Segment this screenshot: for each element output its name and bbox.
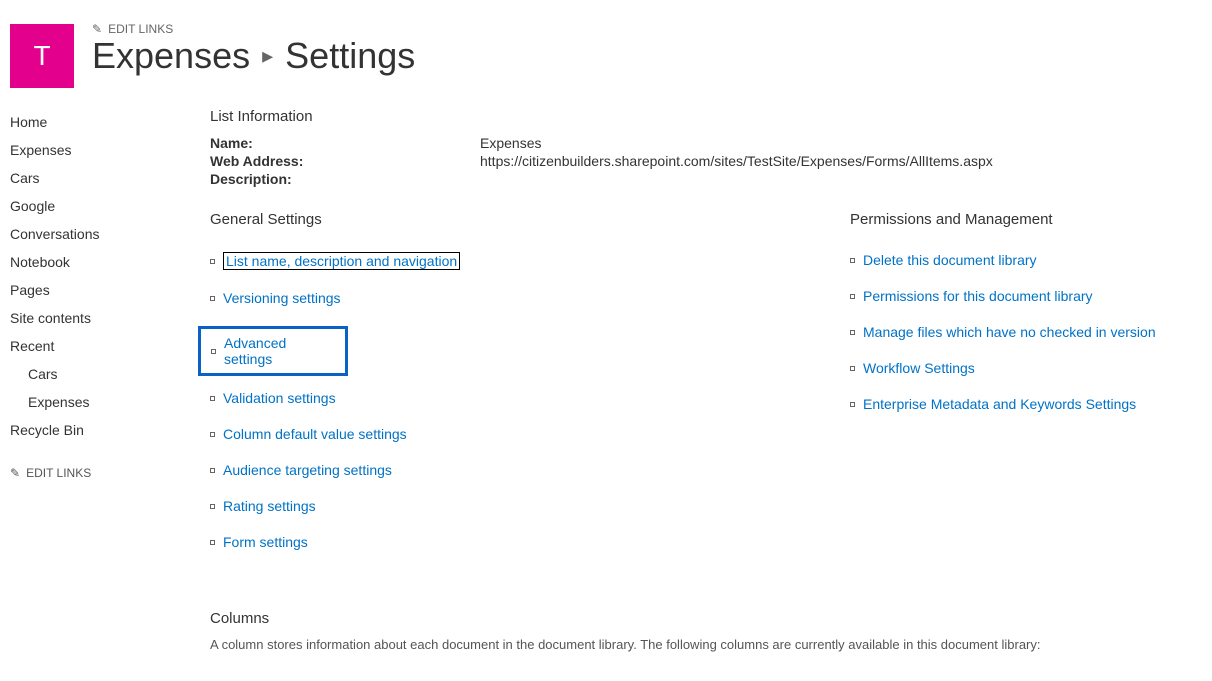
link-advanced-settings-label: Advanced settings [224, 335, 335, 367]
bullet-icon [210, 540, 215, 545]
breadcrumb: Expenses ▸ Settings [92, 36, 415, 76]
link-enterprise-metadata[interactable]: Enterprise Metadata and Keywords Setting… [850, 396, 1156, 412]
nav-recent[interactable]: Recent [10, 332, 180, 360]
columns-description: A column stores information about each d… [210, 637, 1202, 652]
link-enterprise-metadata-label: Enterprise Metadata and Keywords Setting… [863, 396, 1136, 412]
link-advanced-settings[interactable]: Advanced settings [211, 335, 335, 367]
nav-notebook[interactable]: Notebook [10, 248, 180, 276]
general-settings-col: General Settings List name, description … [210, 211, 770, 570]
link-audience-targeting-label: Audience targeting settings [223, 462, 392, 478]
link-permissions-library[interactable]: Permissions for this document library [850, 288, 1156, 304]
bullet-icon [211, 349, 216, 354]
permissions-heading: Permissions and Management [850, 211, 1156, 228]
bullet-icon [850, 366, 855, 371]
link-audience-targeting[interactable]: Audience targeting settings [210, 462, 770, 478]
link-validation-settings-label: Validation settings [223, 390, 336, 406]
list-info-grid: Name: Expenses Web Address: https://citi… [210, 135, 1202, 187]
columns-heading: Columns [210, 610, 1202, 627]
link-rating-settings-label: Rating settings [223, 498, 316, 514]
link-column-default-value[interactable]: Column default value settings [210, 426, 770, 442]
link-list-name-desc-nav-label: List name, description and navigation [223, 252, 460, 270]
link-rating-settings[interactable]: Rating settings [210, 498, 770, 514]
bullet-icon [850, 402, 855, 407]
bullet-icon [210, 259, 215, 264]
link-permissions-library-label: Permissions for this document library [863, 288, 1093, 304]
link-versioning-settings-label: Versioning settings [223, 290, 341, 306]
list-web-label: Web Address: [210, 153, 480, 169]
edit-links-side[interactable]: ✎ EDIT LINKS [10, 466, 180, 480]
bullet-icon [210, 468, 215, 473]
bullet-icon [850, 294, 855, 299]
page-header: T ✎ EDIT LINKS Expenses ▸ Settings [10, 18, 1202, 88]
edit-links-top[interactable]: ✎ EDIT LINKS [92, 22, 415, 36]
nav-pages[interactable]: Pages [10, 276, 180, 304]
list-name-label: Name: [210, 135, 480, 151]
bullet-icon [210, 296, 215, 301]
nav-expenses[interactable]: Expenses [10, 136, 180, 164]
bullet-icon [210, 432, 215, 437]
nav-google[interactable]: Google [10, 192, 180, 220]
site-logo-letter: T [33, 40, 50, 72]
pencil-icon: ✎ [10, 466, 20, 480]
link-form-settings[interactable]: Form settings [210, 534, 770, 550]
link-manage-unchecked-files[interactable]: Manage files which have no checked in ve… [850, 324, 1156, 340]
edit-links-top-label: EDIT LINKS [108, 22, 173, 36]
left-nav: Home Expenses Cars Google Conversations … [10, 102, 180, 652]
breadcrumb-site[interactable]: Expenses [92, 36, 250, 76]
nav-recent-expenses[interactable]: Expenses [10, 388, 180, 416]
link-delete-library[interactable]: Delete this document library [850, 252, 1156, 268]
pencil-icon: ✎ [92, 22, 102, 36]
nav-recent-cars[interactable]: Cars [10, 360, 180, 388]
bullet-icon [210, 504, 215, 509]
nav-conversations[interactable]: Conversations [10, 220, 180, 248]
link-versioning-settings[interactable]: Versioning settings [210, 290, 770, 306]
list-info-heading: List Information [210, 108, 1202, 125]
link-manage-unchecked-files-label: Manage files which have no checked in ve… [863, 324, 1156, 340]
list-desc-value [480, 171, 1202, 187]
columns-section: Columns A column stores information abou… [210, 610, 1202, 652]
link-workflow-settings-label: Workflow Settings [863, 360, 975, 376]
general-settings-heading: General Settings [210, 211, 770, 228]
link-form-settings-label: Form settings [223, 534, 308, 550]
nav-site-contents[interactable]: Site contents [10, 304, 180, 332]
site-logo[interactable]: T [10, 24, 74, 88]
link-validation-settings[interactable]: Validation settings [210, 390, 770, 406]
link-workflow-settings[interactable]: Workflow Settings [850, 360, 1156, 376]
breadcrumb-page: Settings [285, 36, 415, 76]
link-delete-library-label: Delete this document library [863, 252, 1037, 268]
highlight-advanced-settings: Advanced settings [198, 326, 348, 376]
link-list-name-desc-nav[interactable]: List name, description and navigation [210, 252, 770, 270]
nav-home[interactable]: Home [10, 108, 180, 136]
bullet-icon [850, 330, 855, 335]
link-column-default-value-label: Column default value settings [223, 426, 407, 442]
main-content: List Information Name: Expenses Web Addr… [210, 102, 1202, 652]
list-name-value: Expenses [480, 135, 1202, 151]
list-desc-label: Description: [210, 171, 480, 187]
edit-links-side-label: EDIT LINKS [26, 466, 91, 480]
bullet-icon [850, 258, 855, 263]
nav-recycle-bin[interactable]: Recycle Bin [10, 416, 180, 444]
permissions-col: Permissions and Management Delete this d… [850, 211, 1156, 570]
bullet-icon [210, 396, 215, 401]
nav-cars[interactable]: Cars [10, 164, 180, 192]
list-web-value[interactable]: https://citizenbuilders.sharepoint.com/s… [480, 153, 1202, 169]
chevron-right-icon: ▸ [260, 44, 275, 68]
